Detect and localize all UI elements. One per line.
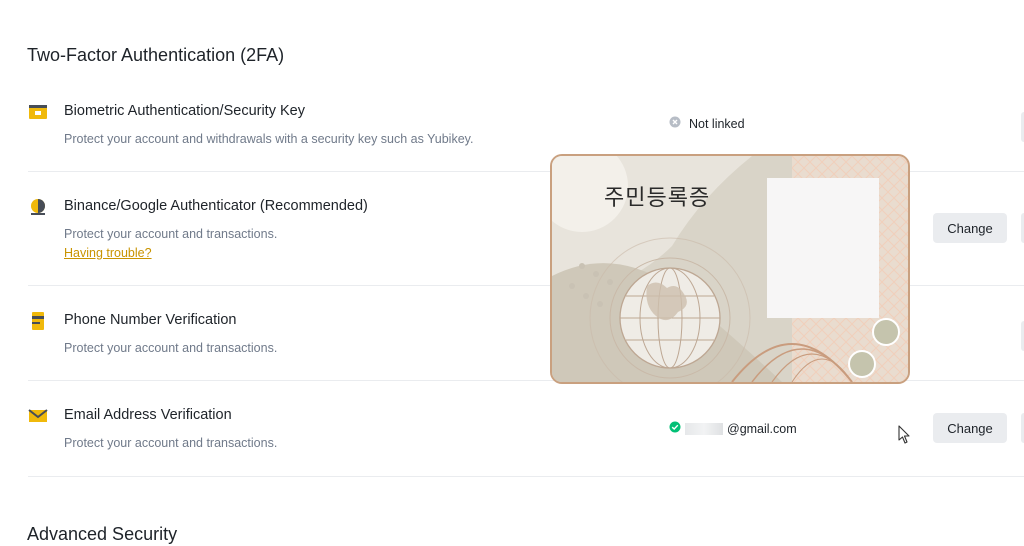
status-not-linked: Not linked (669, 116, 745, 131)
section-title-advanced: Advanced Security (27, 524, 178, 544)
status-text: Not linked (689, 116, 745, 131)
id-card-image: 주민등록증 (550, 154, 910, 384)
change-authenticator-button[interactable]: Change (933, 213, 1007, 243)
row-title: Email Address Verification (64, 407, 232, 423)
redacted-email (685, 422, 723, 435)
check-circle-icon (669, 421, 681, 436)
row-description: Protect your account and withdrawals wit… (64, 132, 474, 146)
row-description: Protect your account and transactions. (64, 436, 278, 450)
authenticator-icon (28, 197, 48, 217)
email-text: @gmail.com (727, 421, 797, 436)
change-email-button[interactable]: Change (933, 413, 1007, 443)
not-linked-icon (669, 116, 681, 131)
row-title: Phone Number Verification (64, 312, 237, 328)
mouse-cursor-icon (898, 425, 912, 450)
divider (28, 476, 1024, 477)
security-key-icon (28, 102, 48, 122)
row-description: Protect your account and transactions. (64, 341, 278, 355)
phone-icon (28, 311, 48, 331)
having-trouble-link[interactable]: Having trouble? (64, 246, 152, 260)
row-title: Biometric Authentication/Security Key (64, 103, 305, 119)
section-title-2fa: Two-Factor Authentication (2FA) (27, 45, 285, 65)
email-icon (28, 406, 48, 426)
id-card-title: 주민등록증 (604, 186, 711, 211)
email-status: @gmail.com (669, 421, 797, 436)
row-title: Binance/Google Authenticator (Recommende… (64, 198, 368, 214)
row-description: Protect your account and transactions. (64, 227, 278, 241)
